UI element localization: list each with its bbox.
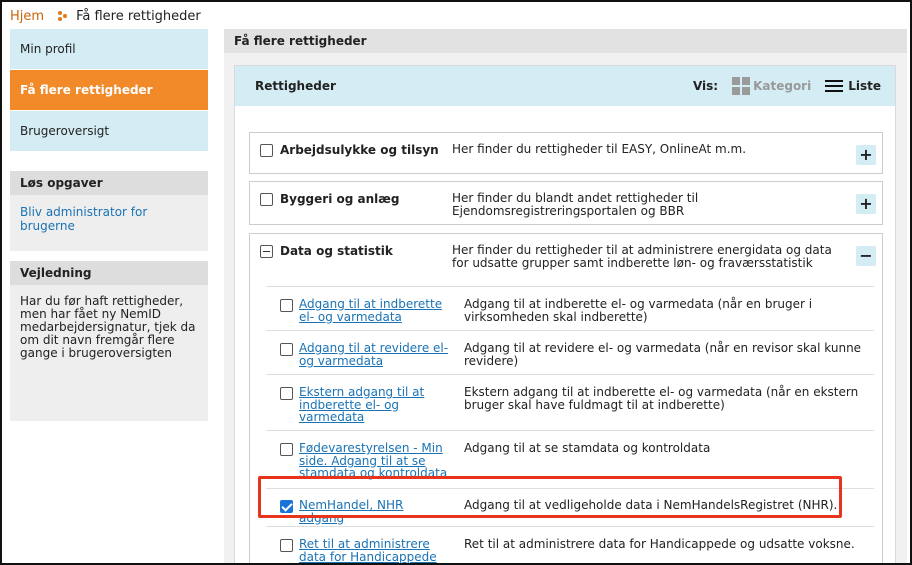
main-content: Få flere rettigheder Rettigheder Vis: Ka… <box>224 29 907 563</box>
category-byggeri: Byggeri og anlæg Her finder du blandt an… <box>249 181 883 225</box>
right-desc: Adgang til at se stamdata og kontroldata <box>464 441 711 455</box>
category-desc: Her finder du rettigheder til at adminis… <box>452 243 832 270</box>
category-checkbox[interactable] <box>260 144 273 157</box>
view-list-button[interactable]: Liste <box>825 79 881 93</box>
guide-box: Vejledning Har du før haft rettigheder, … <box>10 261 208 421</box>
category-desc: Her finder du blandt andet rettigheder t… <box>452 191 699 218</box>
view-list-label: Liste <box>848 79 881 93</box>
right-checkbox[interactable] <box>280 387 293 400</box>
breadcrumb: Hjem Få flere rettigheder <box>10 7 201 25</box>
category-data-og-statistik: Data og statistik Her finder du rettighe… <box>249 233 883 563</box>
right-checkbox[interactable] <box>280 343 293 356</box>
become-admin-link[interactable]: Bliv administrator for brugerne <box>10 195 208 251</box>
collapse-button[interactable]: − <box>856 246 876 266</box>
sidebar: Min profil Få flere rettigheder Brugerov… <box>10 29 208 421</box>
right-link[interactable]: Fødevarestyrelsen - Min side. Adgang til… <box>299 442 449 480</box>
right-checkbox[interactable] <box>280 299 293 312</box>
category-title: Arbejdsulykke og tilsyn <box>280 143 439 157</box>
list-item: Adgang til at revidere el- og varmedata … <box>266 330 874 374</box>
guide-text: Har du før haft rettigheder, men har fåe… <box>20 294 196 360</box>
view-category-label: Kategori <box>753 79 812 93</box>
category-title: Byggeri og anlæg <box>280 192 400 206</box>
list-item: Fødevarestyrelsen - Min side. Adgang til… <box>266 430 874 488</box>
list-item: Ret til at administrere data for Handica… <box>266 526 874 563</box>
grid-icon <box>732 77 751 95</box>
right-link[interactable]: Ekstern adgang til at indberette el- og … <box>299 386 449 424</box>
right-link[interactable]: Ret til at administrere data for Handica… <box>299 538 449 563</box>
list-item: Adgang til at indberette el- og varmedat… <box>266 286 874 330</box>
right-desc: Adgang til at revidere el- og varmedata … <box>464 341 862 368</box>
guide-title: Vejledning <box>10 261 208 285</box>
view-category-button[interactable]: Kategori <box>732 77 811 95</box>
right-desc: Ret til at administrere data for Handica… <box>464 537 855 551</box>
list-icon <box>825 79 844 93</box>
rights-panel: Rettigheder Vis: Kategori Liste Arbejdsu… <box>234 65 896 563</box>
page-title: Få flere rettigheder <box>224 29 907 53</box>
app-window: Hjem Få flere rettigheder Min profil Få … <box>0 0 912 565</box>
view-label: Vis: <box>692 79 719 93</box>
expand-button[interactable]: + <box>856 145 876 165</box>
right-checkbox[interactable] <box>280 443 293 456</box>
breadcrumb-current: Få flere rettigheder <box>76 8 201 24</box>
right-desc: Ekstern adgang til at indberette el- og … <box>464 385 859 412</box>
sidebar-item-min-profil[interactable]: Min profil <box>10 29 208 69</box>
right-link[interactable]: Adgang til at revidere el- og varmedata <box>299 342 449 367</box>
panel-title: Rettigheder <box>255 79 336 93</box>
right-link[interactable]: NemHandel, NHR adgang <box>299 499 449 524</box>
breadcrumb-separator-icon <box>58 11 68 21</box>
category-title: Data og statistik <box>280 244 393 258</box>
category-desc: Her finder du rettigheder til EASY, Onli… <box>452 142 747 156</box>
tasks-box: Løs opgaver Bliv administrator for bruge… <box>10 171 208 251</box>
sidebar-item-brugeroversigt[interactable]: Brugeroversigt <box>10 111 208 151</box>
category-checkbox[interactable] <box>260 193 273 206</box>
right-desc: Adgang til at indberette el- og varmedat… <box>464 297 813 324</box>
right-desc: Adgang til at vedligeholde data i NemHan… <box>464 498 838 512</box>
list-item: Ekstern adgang til at indberette el- og … <box>266 374 874 430</box>
right-checkbox[interactable] <box>280 539 293 552</box>
tasks-title: Løs opgaver <box>10 171 208 195</box>
list-item: NemHandel, NHR adgang Adgang til at vedl… <box>266 488 874 526</box>
panel-header: Rettigheder Vis: Kategori Liste <box>235 66 895 106</box>
sidebar-item-faa-flere-rettigheder[interactable]: Få flere rettigheder <box>10 70 208 110</box>
expand-button[interactable]: + <box>856 194 876 214</box>
category-checkbox-indeterminate[interactable] <box>260 245 273 258</box>
right-checkbox-checked[interactable] <box>280 500 293 513</box>
right-link[interactable]: Adgang til at indberette el- og varmedat… <box>299 298 449 323</box>
view-switcher: Vis: Kategori Liste <box>693 66 895 106</box>
breadcrumb-home-link[interactable]: Hjem <box>10 9 44 24</box>
category-arbejdsulykke: Arbejdsulykke og tilsyn Her finder du re… <box>249 132 883 174</box>
